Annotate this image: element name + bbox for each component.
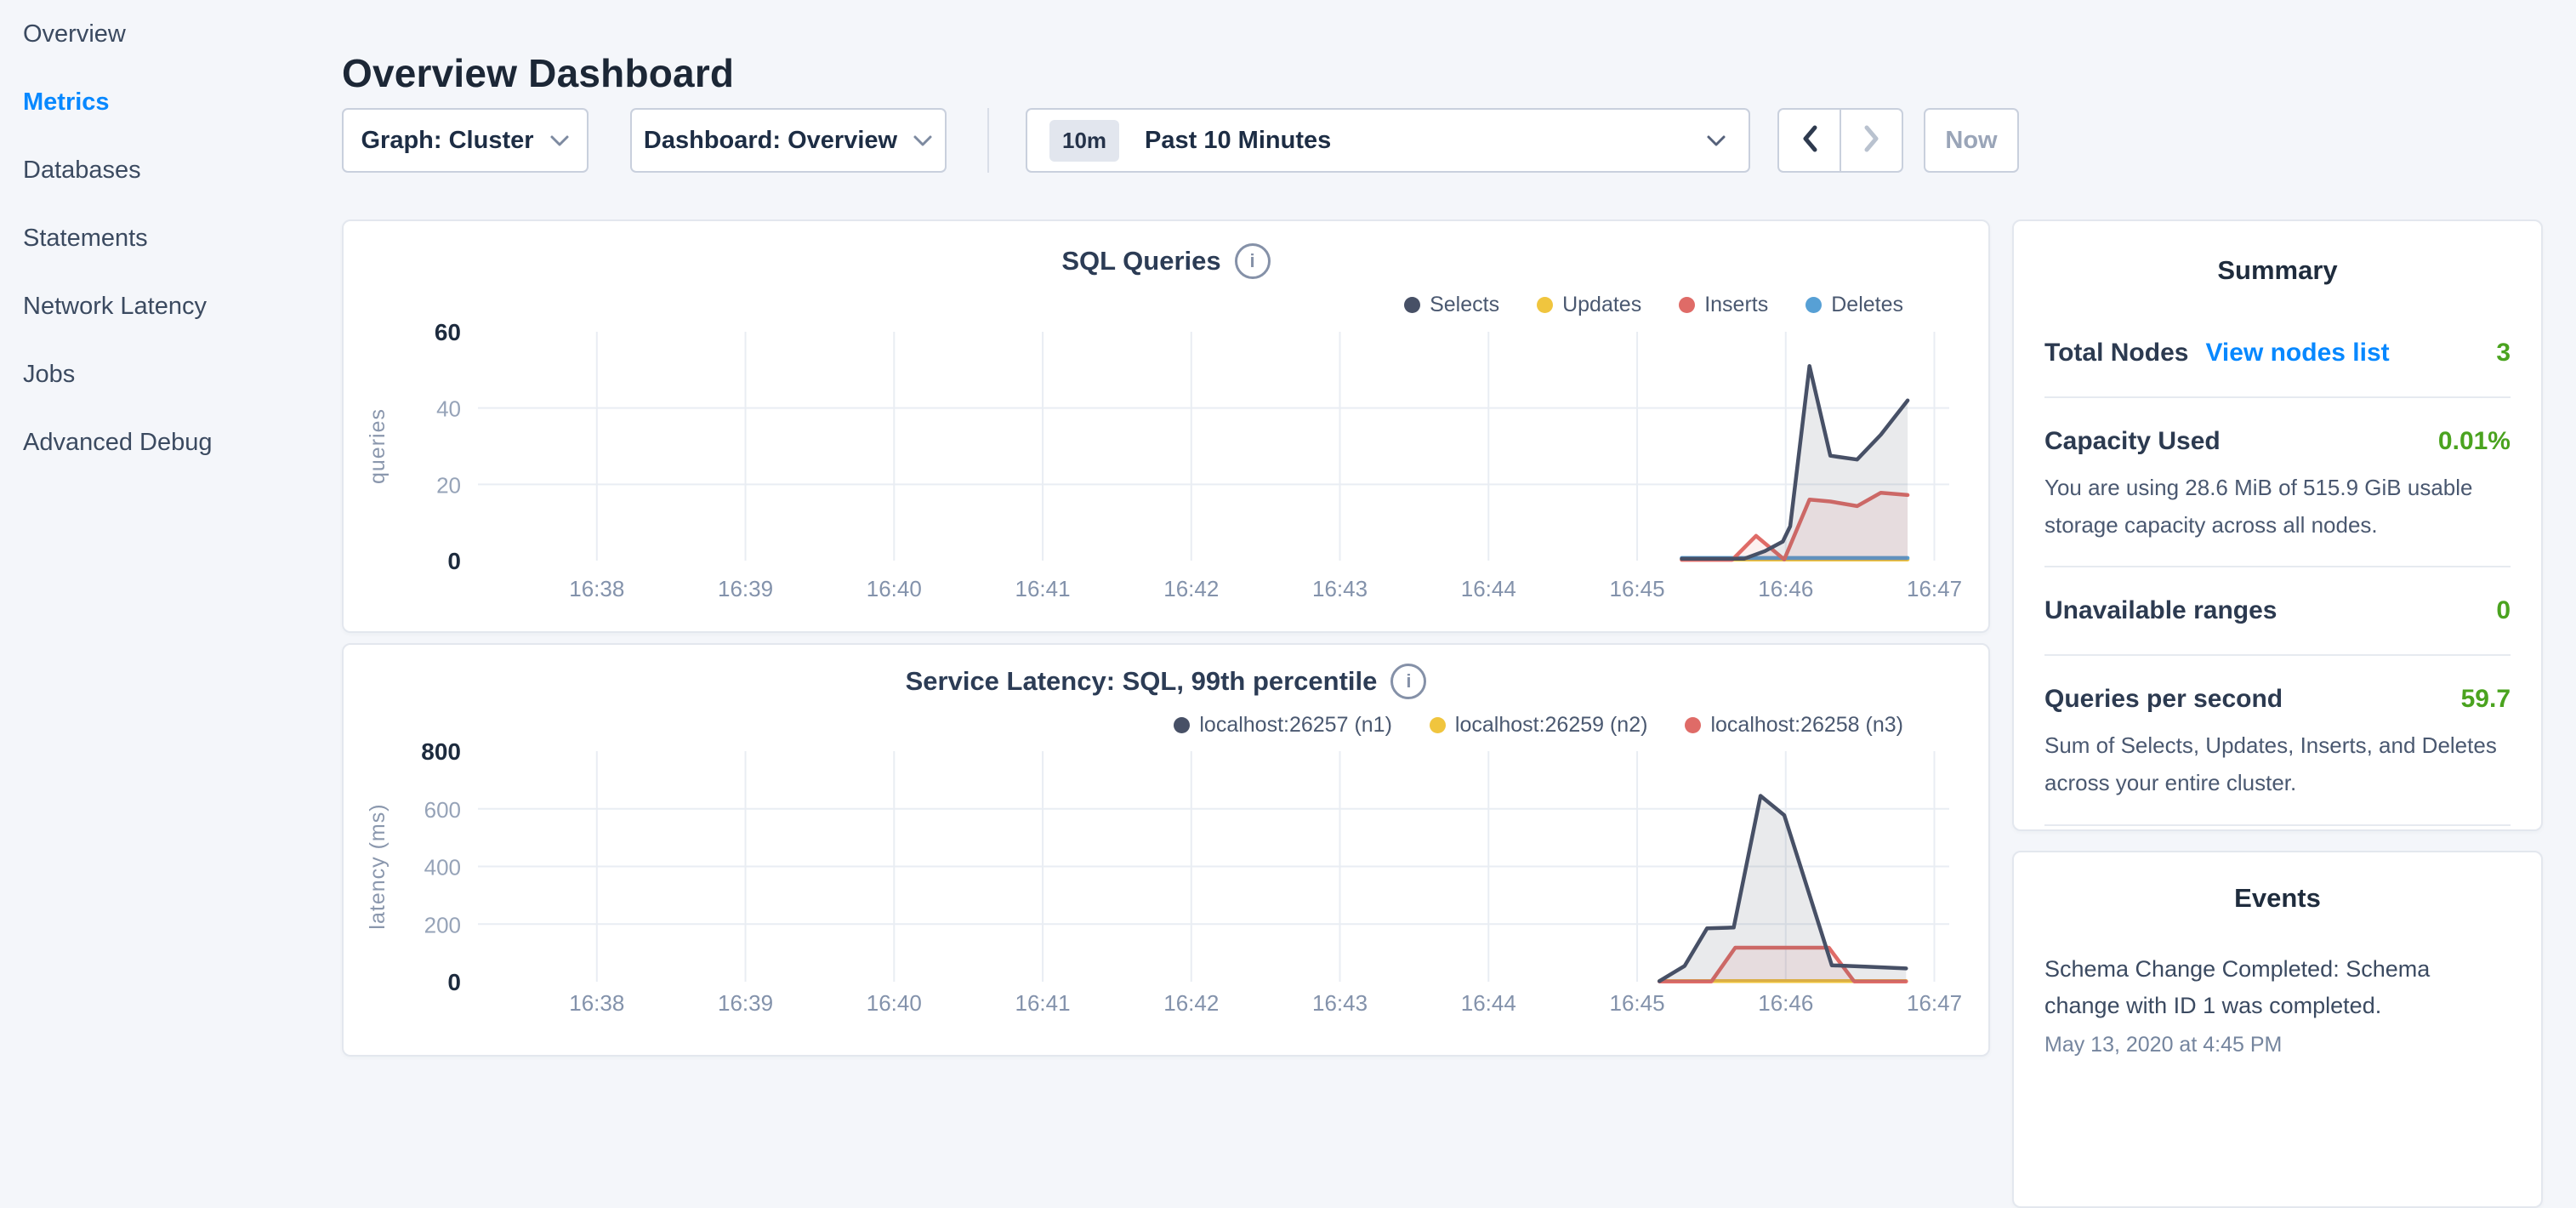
capacity-used-label: Capacity Used: [2044, 427, 2221, 456]
event-item[interactable]: Schema Change Completed: Schema change w…: [2044, 951, 2511, 1024]
divider: [2044, 396, 2511, 398]
total-nodes-label: Total Nodes: [2044, 339, 2188, 368]
x-tick-label: 16:43: [1312, 576, 1368, 601]
divider: [2044, 654, 2511, 656]
y-axis-title: queries: [366, 408, 390, 484]
series-area-selects: [1682, 366, 1908, 561]
summary-row-capacity-used: Capacity Used 0.01%: [2044, 427, 2511, 456]
events-panel: Events Schema Change Completed: Schema c…: [2012, 851, 2543, 1208]
y-tick-label: 20: [436, 472, 461, 498]
x-tick-label: 16:47: [1907, 990, 1962, 1016]
x-tick-label: 16:39: [718, 576, 773, 601]
service-latency-chart[interactable]: 16:38 16:39 16:40 16:41 16:42 16:43 16:44 16:45…: [344, 645, 1992, 1055]
x-tick-label: 16:38: [569, 990, 624, 1016]
sql-queries-card: SQL Queries i SelectsUpdatesInsertsDelet…: [342, 219, 1990, 633]
x-tick-label: 16:42: [1163, 576, 1219, 601]
next-timespan-button[interactable]: [1841, 110, 1902, 171]
sql-queries-chart[interactable]: 16:38 16:39 16:40 16:41 16:42 16:43 16:44 16:45…: [344, 221, 1992, 635]
summary-title: Summary: [2044, 255, 2511, 286]
chevron-left-icon: [1800, 124, 1819, 157]
sidebar-item-network-latency[interactable]: Network Latency: [0, 272, 342, 340]
summary-row-total-nodes: Total Nodes View nodes list 3: [2044, 339, 2511, 368]
sidebar-item-advanced-debug[interactable]: Advanced Debug: [0, 408, 342, 476]
x-tick-label: 16:41: [1015, 990, 1071, 1016]
x-tick-label: 16:41: [1015, 576, 1071, 601]
series-area-localhost-26257-n1: [1659, 796, 1906, 983]
summary-row-unavailable-ranges: Unavailable ranges 0: [2044, 596, 2511, 625]
capacity-used-subtext: You are using 28.6 MiB of 515.9 GiB usab…: [2044, 470, 2511, 544]
queries-per-second-subtext: Sum of Selects, Updates, Inserts, and De…: [2044, 727, 2511, 801]
now-button[interactable]: Now: [1924, 108, 2019, 173]
queries-per-second-value: 59.7: [2461, 685, 2511, 714]
x-tick-label: 16:46: [1758, 990, 1813, 1016]
dashboard-dropdown-label: Dashboard: Overview: [644, 127, 897, 155]
y-tick-label: 0: [447, 548, 461, 574]
y-tick-label: 400: [424, 855, 461, 880]
x-tick-label: 16:45: [1609, 990, 1664, 1016]
y-tick-label: 800: [421, 738, 461, 765]
summary-panel: Summary Total Nodes View nodes list 3 Ca…: [2012, 219, 2543, 831]
y-tick-label: 0: [447, 969, 461, 995]
x-tick-label: 16:44: [1461, 576, 1516, 601]
y-tick-label: 600: [424, 797, 461, 823]
service-latency-card: Service Latency: SQL, 99th percentile i …: [342, 643, 1990, 1057]
chevron-down-icon: [549, 134, 570, 147]
toolbar: Graph: Cluster Dashboard: Overview 10m P…: [0, 108, 2576, 173]
dashboard-dropdown[interactable]: Dashboard: Overview: [630, 108, 947, 173]
time-step-buttons: [1777, 108, 1903, 173]
x-tick-label: 16:40: [867, 990, 922, 1016]
x-tick-label: 16:40: [867, 576, 922, 601]
chevron-down-icon: [913, 134, 933, 147]
divider: [2044, 824, 2511, 826]
y-tick-label: 60: [435, 319, 461, 345]
x-tick-label: 16:46: [1758, 576, 1813, 601]
y-tick-label: 200: [424, 912, 461, 937]
view-nodes-list-link[interactable]: View nodes list: [2205, 339, 2389, 368]
y-axis-title: latency (ms): [366, 803, 390, 929]
summary-row-queries-per-second: Queries per second 59.7: [2044, 685, 2511, 714]
time-range-dropdown[interactable]: 10m Past 10 Minutes: [1026, 108, 1750, 173]
previous-timespan-button[interactable]: [1779, 110, 1841, 171]
chevron-down-icon: [1706, 134, 1726, 147]
x-tick-label: 16:47: [1907, 576, 1962, 601]
x-tick-label: 16:42: [1163, 990, 1219, 1016]
queries-per-second-label: Queries per second: [2044, 685, 2283, 714]
total-nodes-value: 3: [2496, 339, 2511, 368]
sidebar-item-jobs[interactable]: Jobs: [0, 340, 342, 408]
x-tick-label: 16:45: [1609, 576, 1664, 601]
capacity-used-value: 0.01%: [2438, 427, 2511, 456]
events-title: Events: [2044, 883, 2511, 914]
x-tick-label: 16:39: [718, 990, 773, 1016]
graph-dropdown[interactable]: Graph: Cluster: [342, 108, 589, 173]
page-title: Overview Dashboard: [342, 50, 734, 96]
sidebar-item-overview[interactable]: Overview: [0, 0, 342, 68]
x-tick-label: 16:43: [1312, 990, 1368, 1016]
x-tick-label: 16:44: [1461, 990, 1516, 1016]
time-range-badge: 10m: [1049, 120, 1119, 162]
unavailable-ranges-value: 0: [2496, 596, 2511, 625]
chevron-right-icon: [1862, 124, 1881, 157]
y-tick-label: 40: [436, 396, 461, 422]
time-range-label: Past 10 Minutes: [1145, 127, 1331, 155]
event-date: May 13, 2020 at 4:45 PM: [2044, 1033, 2511, 1057]
sidebar-item-statements[interactable]: Statements: [0, 204, 342, 272]
x-tick-label: 16:38: [569, 576, 624, 601]
toolbar-divider: [987, 108, 989, 173]
graph-dropdown-label: Graph: Cluster: [361, 127, 533, 155]
unavailable-ranges-label: Unavailable ranges: [2044, 596, 2277, 625]
divider: [2044, 566, 2511, 567]
